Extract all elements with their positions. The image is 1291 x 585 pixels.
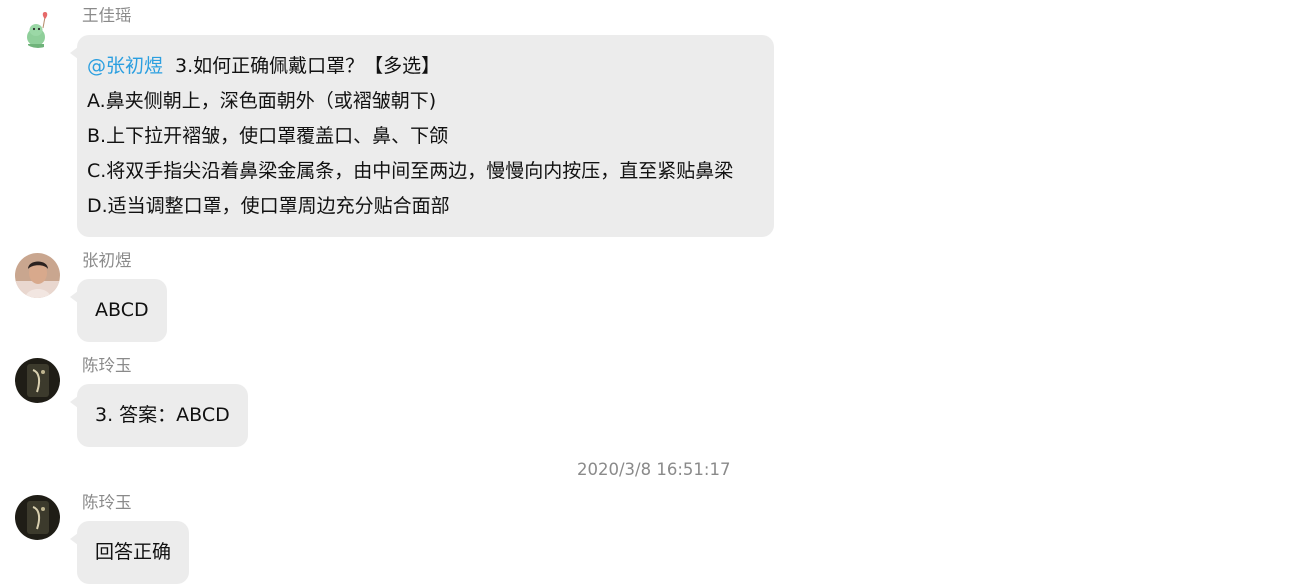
mention-link[interactable]: @张初煜: [87, 55, 163, 77]
sender-avatar[interactable]: [15, 495, 60, 540]
option-d: D.适当调整口罩，使口罩周边充分贴合面部: [87, 195, 450, 217]
sender-name: 陈玲玉: [82, 493, 132, 512]
dark-photo-icon: [15, 495, 60, 540]
message-timestamp: 2020/3/8 16:51:17: [577, 460, 731, 479]
dinosaur-balloon-icon: [18, 8, 58, 48]
sender-avatar[interactable]: [15, 253, 60, 298]
person-photo-icon: [15, 253, 60, 298]
sender-avatar[interactable]: [18, 8, 58, 48]
sender-name: 陈玲玉: [82, 356, 132, 375]
option-a: A.鼻夹侧朝上，深色面朝外（或褶皱朝下): [87, 90, 437, 112]
option-b: B.上下拉开褶皱，使口罩覆盖口、鼻、下颌: [87, 125, 449, 147]
message-line: @张初煜 3.如何正确佩戴口罩？【多选】: [87, 49, 764, 84]
option-c: C.将双手指尖沿着鼻梁金属条，由中间至两边，慢慢向内按压，直至紧贴鼻梁: [87, 160, 734, 182]
dark-photo-icon: [15, 358, 60, 403]
message-bubble[interactable]: 回答正确: [69, 521, 190, 584]
sender-name: 张初煜: [82, 251, 132, 270]
sender-name: 王佳瑶: [82, 6, 132, 25]
sender-avatar[interactable]: [15, 358, 60, 403]
message-bubble[interactable]: ABCD: [70, 279, 167, 342]
message-bubble[interactable]: @张初煜 3.如何正确佩戴口罩？【多选】 A.鼻夹侧朝上，深色面朝外（或褶皱朝下)…: [70, 35, 774, 237]
question-title: 3.如何正确佩戴口罩？【多选】: [175, 55, 441, 77]
message-bubble[interactable]: 3. 答案：ABCD: [70, 384, 248, 447]
